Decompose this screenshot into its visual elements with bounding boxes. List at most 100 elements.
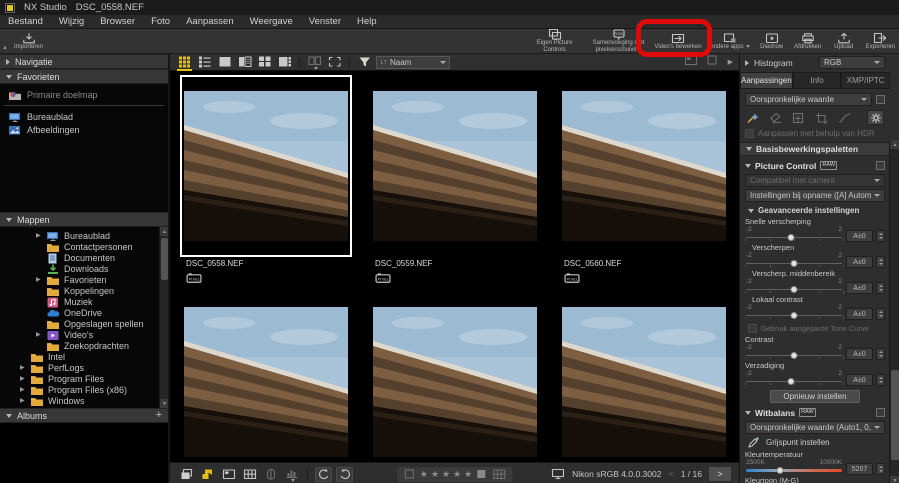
value-stepper[interactable]: [876, 256, 885, 268]
scrollbar-thumb[interactable]: [891, 370, 899, 460]
slider-value[interactable]: A±0: [846, 348, 873, 360]
curve-tool-icon[interactable]: [838, 112, 852, 124]
favorite-item[interactable]: Bureaublad: [0, 110, 168, 123]
import-button[interactable]: Importeren: [10, 29, 47, 53]
tree-item[interactable]: ▶ Program Files (x86): [0, 384, 168, 395]
plus-box-tool-icon[interactable]: [792, 112, 806, 124]
camera-compat-select[interactable]: Compatibel met camera: [745, 174, 885, 187]
value-stepper[interactable]: [876, 230, 885, 242]
thumbnail-image[interactable]: [558, 75, 730, 257]
menu-aanpassen[interactable]: Aanpassen: [178, 16, 242, 27]
tree-item[interactable]: ▶ Program Files: [0, 373, 168, 384]
star-icon[interactable]: ★: [442, 470, 450, 479]
slider-value[interactable]: A±0: [846, 308, 873, 320]
fit-view-button[interactable]: [326, 55, 343, 70]
favorite-item[interactable]: Afbeeldingen: [0, 123, 168, 136]
split-overlay-icon[interactable]: [262, 467, 279, 482]
reset-button[interactable]: Opnieuw instellen: [770, 390, 860, 403]
thumbnail-image[interactable]: [558, 291, 730, 462]
star-icon[interactable]: ★: [453, 470, 461, 479]
favorite-item[interactable]: Primaire doelmap: [0, 88, 168, 101]
edit-videos-button[interactable]: Video's bewerken: [651, 29, 706, 53]
print-button[interactable]: Afdrukken: [790, 29, 826, 53]
tree-item[interactable]: ▶ PerfLogs: [0, 362, 168, 373]
inspector-scrollbar[interactable]: ▲ ▼: [889, 140, 899, 483]
scroll-up-icon[interactable]: ▲: [890, 140, 899, 149]
thumbnail-info-toggle-icon[interactable]: [684, 53, 698, 71]
quad-view-button[interactable]: [256, 55, 273, 70]
menu-foto[interactable]: Foto: [143, 16, 178, 27]
sort-select[interactable]: ↓↑ Naam: [376, 55, 450, 69]
custom-picture-controls-button[interactable]: Eigen Picture Controls: [523, 29, 587, 53]
tree-item[interactable]: Documenten: [0, 252, 168, 263]
scroll-up-icon[interactable]: ▲: [160, 227, 168, 236]
advanced-settings-header[interactable]: Geavanceerde instellingen: [740, 203, 890, 216]
slider-handle[interactable]: [790, 259, 798, 267]
rating-zero-icon[interactable]: [403, 468, 417, 482]
expand-arrow-icon[interactable]: ▶: [36, 233, 42, 239]
previous-image-button[interactable]: <: [668, 469, 673, 479]
split-view-button[interactable]: [236, 55, 253, 70]
menu-browser[interactable]: Browser: [92, 16, 143, 27]
collapse-right-panel-icon[interactable]: ▶: [728, 58, 733, 66]
tree-item[interactable]: Downloads: [0, 263, 168, 274]
label-gray-icon[interactable]: [475, 468, 489, 482]
star-icon[interactable]: ★: [464, 470, 472, 479]
value-stepper[interactable]: [876, 348, 885, 360]
eraser-tool-icon[interactable]: [769, 112, 783, 124]
expand-arrow-icon[interactable]: ▶: [20, 387, 26, 393]
menu-venster[interactable]: Venster: [301, 16, 349, 27]
crop-tool-icon[interactable]: [815, 112, 829, 124]
expand-arrow-icon[interactable]: ▶: [36, 332, 42, 338]
picture-control-setting-select[interactable]: Instellingen bij opname ([A] Automatisch…: [745, 189, 885, 202]
slider-handle[interactable]: [790, 311, 798, 319]
section-folders[interactable]: Mappen: [0, 212, 168, 227]
tab-aanpassingen[interactable]: Aanpassingen: [740, 72, 793, 88]
value-stepper[interactable]: [876, 282, 885, 294]
thumbnail-image[interactable]: [369, 75, 541, 257]
expand-arrow-icon[interactable]: ▶: [20, 376, 26, 382]
slider-value[interactable]: A±0: [846, 230, 873, 242]
compare-view-button[interactable]: [306, 55, 323, 70]
thumbnail-image[interactable]: [369, 291, 541, 462]
value-stepper[interactable]: [876, 463, 885, 475]
section-albums[interactable]: Albums +: [0, 408, 168, 423]
tone-curve-checkbox[interactable]: [748, 324, 757, 333]
scrollbar-thumb[interactable]: [161, 238, 168, 280]
star-icon[interactable]: ★: [420, 470, 428, 479]
pixel-shift-merge-button[interactable]: PIXEL Samenvoeging met pixelverschuiving: [587, 29, 651, 53]
stack-icon[interactable]: [178, 467, 195, 482]
picture-control-header[interactable]: Picture Control RAW: [740, 158, 890, 173]
slider-value[interactable]: A±0: [846, 374, 873, 386]
menu-wijzig[interactable]: Wijzig: [51, 16, 92, 27]
section-favorites[interactable]: Favorieten: [0, 69, 168, 84]
tree-item[interactable]: OneDrive: [0, 307, 168, 318]
palette-section-header[interactable]: Basisbewerkingspaletten: [740, 142, 890, 156]
expand-arrow-icon[interactable]: ▶: [36, 277, 42, 283]
tab-info[interactable]: Info: [792, 72, 842, 88]
hdr-checkbox[interactable]: [745, 129, 754, 138]
wand-tool-icon[interactable]: [746, 112, 760, 124]
tree-item[interactable]: ▶ Favorieten: [0, 274, 168, 285]
slider-value[interactable]: A±0: [846, 282, 873, 294]
settings-gear-button[interactable]: [867, 110, 884, 125]
rotate-ccw-button[interactable]: [315, 466, 332, 482]
tree-item[interactable]: Zoekopdrachten: [0, 340, 168, 351]
expand-arrow-icon[interactable]: ▶: [20, 365, 26, 371]
grid-view-button[interactable]: [176, 55, 193, 71]
list-view-button[interactable]: [196, 55, 213, 70]
picture-control-checkbox[interactable]: [876, 161, 885, 170]
other-apps-button[interactable]: Andere apps: [706, 29, 754, 53]
expand-arrow-icon[interactable]: ▶: [20, 398, 26, 404]
slider-handle[interactable]: [776, 467, 784, 474]
tree-item[interactable]: ▶ Video's: [0, 329, 168, 340]
single-view-button[interactable]: [216, 55, 233, 70]
stack-active-icon[interactable]: [199, 467, 216, 482]
info-overlay-icon[interactable]: [220, 467, 237, 482]
white-balance-checkbox[interactable]: [876, 408, 885, 417]
slideshow-button[interactable]: Diashow: [754, 29, 790, 53]
value-stepper[interactable]: [876, 308, 885, 320]
slider-handle[interactable]: [787, 233, 795, 241]
adjustment-preset-select[interactable]: Oorspronkelijke waarde: [745, 93, 872, 106]
slider-handle[interactable]: [787, 377, 795, 385]
